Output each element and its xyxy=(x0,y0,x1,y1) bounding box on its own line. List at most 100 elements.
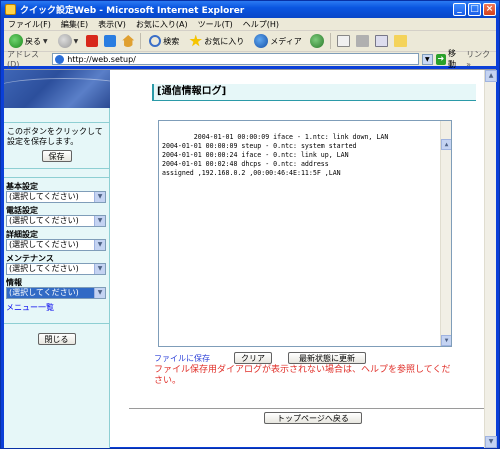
toolbar: 戻る ▼ ▼ 検索 お気に入り メディア xyxy=(4,31,496,52)
main-content: [通信情報ログ] 2004-01-01 00:00:09 iface - 1.n… xyxy=(114,70,485,448)
back-button[interactable]: 戻る ▼ xyxy=(7,33,50,50)
scroll-down-icon[interactable]: ▼ xyxy=(485,436,497,448)
back-label: 戻る xyxy=(25,36,41,46)
address-input[interactable]: http://web.setup/ xyxy=(52,53,420,65)
log-scrollbar[interactable]: ▲ ▼ xyxy=(440,121,451,346)
chevron-down-icon: ▼ xyxy=(94,192,105,202)
address-label: アドレス(D) xyxy=(7,50,39,69)
search-icon xyxy=(149,35,162,47)
advanced-settings-select[interactable]: (選択してください) ▼ xyxy=(6,239,106,251)
log-actions: ファイルに保存 クリア 最新状態に更新 xyxy=(154,352,474,364)
refresh-log-button[interactable]: 最新状態に更新 xyxy=(288,352,366,364)
browser-chrome: ファイル(F) 編集(E) 表示(V) お気に入り(A) ツール(T) ヘルプ(… xyxy=(4,18,496,69)
search-label: 検索 xyxy=(163,36,180,46)
nav-information: 情報 (選択してください) ▼ xyxy=(6,278,107,299)
nav-label: メンテナンス xyxy=(6,254,54,263)
address-bar: アドレス(D) http://web.setup/ ▼ ➜ 移動 リンク » xyxy=(4,49,496,69)
information-select[interactable]: (選択してください) ▼ xyxy=(6,287,106,299)
save-box: このボタンをクリックして設定を保存します。 保存 xyxy=(4,122,109,169)
address-url: http://web.setup/ xyxy=(67,54,136,64)
menu-list-link[interactable]: メニュー一覧 xyxy=(6,302,107,313)
menu-favorites[interactable]: お気に入り(A) xyxy=(136,19,188,30)
history-icon[interactable] xyxy=(309,34,324,48)
chevron-down-icon: ▼ xyxy=(94,288,105,298)
save-to-file-link[interactable]: ファイルに保存 xyxy=(154,353,210,364)
stop-icon[interactable] xyxy=(86,35,99,47)
basic-settings-select[interactable]: (選択してください) ▼ xyxy=(6,191,106,203)
menu-help[interactable]: ヘルプ(H) xyxy=(243,19,279,30)
nav-basic-settings: 基本設定 (選択してください) ▼ xyxy=(6,182,107,203)
maintenance-select[interactable]: (選択してください) ▼ xyxy=(6,263,106,275)
media-icon xyxy=(254,34,269,48)
select-value: (選択してください) xyxy=(9,240,79,249)
router-logo-banner xyxy=(4,70,110,108)
sidebar: このボタンをクリックして設定を保存します。 保存 基本設定 (選択してください)… xyxy=(4,70,110,448)
chevron-down-icon: ▼ xyxy=(94,216,105,226)
window-title: クイック設定Web - Microsoft Internet Explorer xyxy=(20,6,245,16)
go-button[interactable]: ➜ 移動 xyxy=(435,48,464,70)
divider xyxy=(129,408,485,409)
scroll-up-icon[interactable]: ▲ xyxy=(485,70,497,82)
scroll-down-icon[interactable]: ▼ xyxy=(441,335,451,346)
clear-button[interactable]: クリア xyxy=(234,352,272,364)
select-value: (選択してください) xyxy=(9,288,79,297)
log-textarea[interactable]: 2004-01-01 00:00:09 iface - 1.ntc: link … xyxy=(158,120,452,347)
folder-icon[interactable] xyxy=(393,35,407,47)
phone-settings-select[interactable]: (選択してください) ▼ xyxy=(6,215,106,227)
ie-app-icon xyxy=(5,4,16,15)
home-icon[interactable] xyxy=(122,35,135,47)
forward-dropdown-icon[interactable]: ▼ xyxy=(74,38,79,45)
back-arrow-icon xyxy=(9,34,23,48)
print-icon[interactable] xyxy=(355,35,369,47)
links-button[interactable]: リンク » xyxy=(466,49,496,69)
close-button[interactable]: 閉じる xyxy=(37,333,76,345)
log-text: 2004-01-01 00:00:09 iface - 1.ntc: link … xyxy=(162,133,389,177)
media-button[interactable]: メディア xyxy=(252,33,303,50)
nav-advanced-settings: 詳細設定 (選択してください) ▼ xyxy=(6,230,107,251)
page-icon xyxy=(55,54,65,64)
nav-label: 基本設定 xyxy=(6,182,38,191)
forward-arrow-icon xyxy=(57,34,72,48)
menu-view[interactable]: 表示(V) xyxy=(98,19,126,30)
forward-button[interactable]: ▼ xyxy=(56,33,81,50)
refresh-icon[interactable] xyxy=(104,35,117,47)
minimize-button[interactable]: _ xyxy=(453,3,466,16)
search-button[interactable]: 検索 xyxy=(147,33,181,50)
scroll-up-icon[interactable]: ▲ xyxy=(441,139,451,150)
go-label: 移動 xyxy=(448,49,456,69)
menu-file[interactable]: ファイル(F) xyxy=(8,19,51,30)
address-dropdown-icon[interactable]: ▼ xyxy=(422,53,433,65)
favorites-star-icon xyxy=(189,34,202,47)
nav-maintenance: メンテナンス (選択してください) ▼ xyxy=(6,254,107,275)
select-value: (選択してください) xyxy=(9,192,79,201)
browser-window: クイック設定Web - Microsoft Internet Explorer … xyxy=(0,0,500,449)
save-button[interactable]: 保存 xyxy=(41,150,72,162)
toolbar-separator xyxy=(329,33,331,49)
favorites-button[interactable]: お気に入り xyxy=(187,33,246,50)
chevron-down-icon: ▼ xyxy=(94,240,105,250)
chevron-down-icon: ▼ xyxy=(94,264,105,274)
select-value: (選択してください) xyxy=(9,216,79,225)
settings-nav: 基本設定 (選択してください) ▼ 電話設定 (選択してください) ▼ 詳細設定 xyxy=(4,177,109,317)
select-value: (選択してください) xyxy=(9,264,79,273)
title-underline xyxy=(152,100,476,101)
page-scrollbar[interactable]: ▲ ▼ xyxy=(484,70,497,448)
nav-phone-settings: 電話設定 (選択してください) ▼ xyxy=(6,206,107,227)
menu-edit[interactable]: 編集(E) xyxy=(61,19,88,30)
close-window-button[interactable]: × xyxy=(483,3,496,16)
edit-icon[interactable] xyxy=(374,35,388,47)
mail-icon[interactable] xyxy=(336,35,350,47)
save-hint: このボタンをクリックして設定を保存します。 xyxy=(7,127,103,146)
page-viewport: このボタンをクリックして設定を保存します。 保存 基本設定 (選択してください)… xyxy=(4,69,497,448)
maximize-button[interactable]: □ xyxy=(468,3,481,16)
help-note: ファイル保存用ダイアログが表示されない場合は、ヘルプを参照してください。 xyxy=(154,365,451,386)
back-dropdown-icon[interactable]: ▼ xyxy=(43,38,48,45)
menu-tools[interactable]: ツール(T) xyxy=(198,19,233,30)
title-bar: クイック設定Web - Microsoft Internet Explorer … xyxy=(1,1,499,18)
media-label: メディア xyxy=(270,36,302,46)
nav-label: 情報 xyxy=(6,278,22,287)
page-title: [通信情報ログ] xyxy=(152,84,476,100)
favorites-label: お気に入り xyxy=(204,36,245,46)
nav-label: 詳細設定 xyxy=(6,230,38,239)
back-to-top-button[interactable]: トップページへ戻る xyxy=(264,412,362,424)
